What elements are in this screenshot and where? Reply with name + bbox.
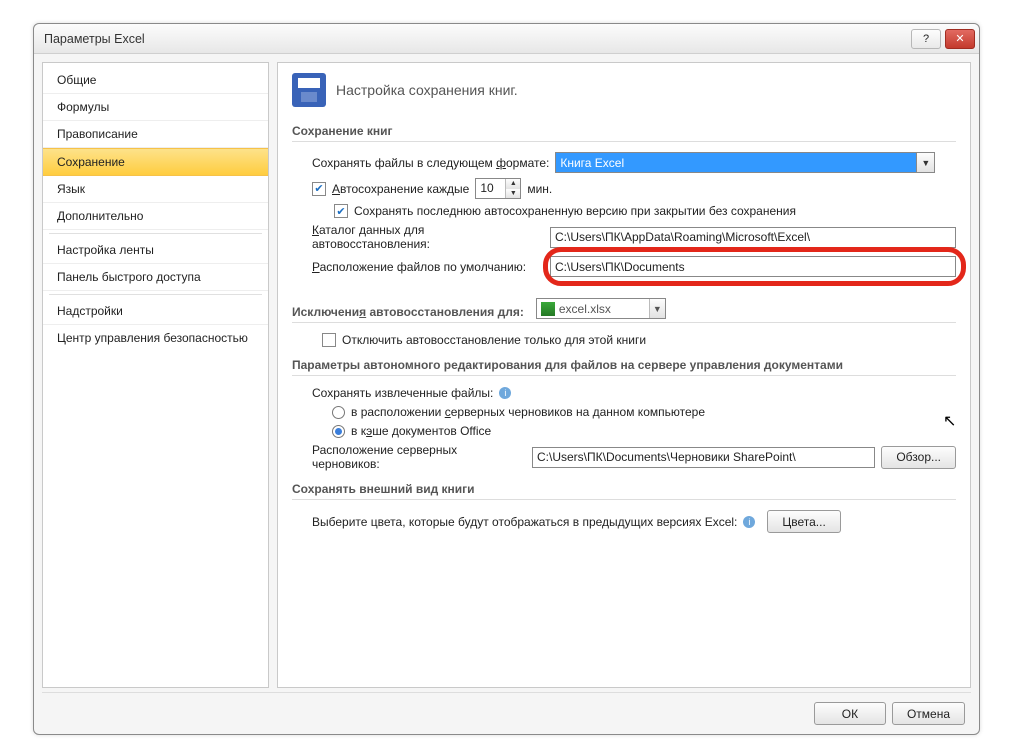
disable-autorecover-checkbox[interactable] bbox=[322, 333, 336, 347]
sidebar-item-trust[interactable]: Центр управления безопасностью bbox=[43, 325, 268, 351]
page-heading: Настройка сохранения книг. bbox=[336, 82, 518, 98]
chevron-down-icon: ▼ bbox=[916, 153, 934, 172]
sidebar-item-save[interactable]: Сохранение bbox=[43, 148, 268, 176]
chevron-down-icon: ▼ bbox=[649, 299, 665, 318]
default-loc-label: Расположение файлов по умолчанию: bbox=[312, 260, 544, 274]
sidebar-item-proofing[interactable]: Правописание bbox=[43, 121, 268, 148]
sidebar-item-qat[interactable]: Панель быстрого доступа bbox=[43, 264, 268, 291]
autosave-label: Автосохранение каждые bbox=[332, 182, 469, 196]
recover-dir-label: Каталог данных для автовосстановления: bbox=[312, 223, 544, 251]
titlebar: Параметры Excel ? ✕ bbox=[34, 24, 979, 54]
browse-button[interactable]: Обзор... bbox=[881, 446, 956, 469]
exceptions-file-select[interactable]: excel.xlsx ▼ bbox=[536, 298, 666, 319]
section-appearance-title: Сохранять внешний вид книги bbox=[292, 479, 956, 500]
window-title: Параметры Excel bbox=[44, 32, 145, 46]
drafts-local-label: в расположении серверных черновиков на д… bbox=[351, 405, 705, 419]
sidebar-item-general[interactable]: Общие bbox=[43, 67, 268, 94]
sidebar-item-ribbon[interactable]: Настройка ленты bbox=[43, 237, 268, 264]
drafts-loc-input[interactable]: C:\Users\ПК\Documents\Черновики SharePoi… bbox=[532, 447, 875, 468]
recover-dir-input[interactable]: C:\Users\ПК\AppData\Roaming\Microsoft\Ex… bbox=[550, 227, 956, 248]
sidebar-item-formulas[interactable]: Формулы bbox=[43, 94, 268, 121]
help-button[interactable]: ? bbox=[911, 29, 941, 49]
drafts-local-radio[interactable] bbox=[332, 406, 345, 419]
format-select[interactable]: Книга Excel ▼ bbox=[555, 152, 935, 173]
drafts-cache-radio[interactable] bbox=[332, 425, 345, 438]
sidebar: Общие Формулы Правописание Сохранение Яз… bbox=[42, 62, 269, 688]
default-loc-input[interactable]: C:\Users\ПК\Documents bbox=[550, 256, 956, 277]
close-button[interactable]: ✕ bbox=[945, 29, 975, 49]
content-pane: Настройка сохранения книг. Сохранение кн… bbox=[277, 62, 971, 688]
sidebar-item-addins[interactable]: Надстройки bbox=[43, 298, 268, 325]
info-icon: i bbox=[499, 387, 511, 399]
section-exceptions-title: Исключения автовосстановления для: excel… bbox=[292, 295, 956, 323]
dialog-footer: ОК Отмена bbox=[42, 692, 971, 734]
section-offline-title: Параметры автономного редактирования для… bbox=[292, 355, 956, 376]
sidebar-separator bbox=[49, 233, 262, 234]
autosave-checkbox[interactable]: ✔ bbox=[312, 182, 326, 196]
save-icon bbox=[292, 73, 326, 107]
save-checked-label: Сохранять извлеченные файлы: bbox=[312, 386, 493, 400]
ok-button[interactable]: ОК bbox=[814, 702, 886, 725]
disable-autorecover-label: Отключить автовосстановление только для … bbox=[342, 333, 646, 347]
keep-last-label: Сохранять последнюю автосохраненную верс… bbox=[354, 204, 796, 218]
colors-label: Выберите цвета, которые будут отображать… bbox=[312, 515, 737, 529]
sidebar-item-language[interactable]: Язык bbox=[43, 176, 268, 203]
colors-button[interactable]: Цвета... bbox=[767, 510, 840, 533]
section-save-title: Сохранение книг bbox=[292, 121, 956, 142]
sidebar-item-advanced[interactable]: Дополнительно bbox=[43, 203, 268, 230]
sidebar-separator bbox=[49, 294, 262, 295]
drafts-loc-label: Расположение серверных черновиков: bbox=[312, 443, 526, 471]
autosave-interval-spinner[interactable]: 10 ▲▼ bbox=[475, 178, 521, 199]
cancel-button[interactable]: Отмена bbox=[892, 702, 965, 725]
info-icon: i bbox=[743, 516, 755, 528]
excel-file-icon bbox=[541, 302, 555, 316]
autosave-unit: мин. bbox=[527, 182, 552, 196]
drafts-cache-label: в кэше документов Office bbox=[351, 424, 491, 438]
keep-last-checkbox[interactable]: ✔ bbox=[334, 204, 348, 218]
options-dialog: Параметры Excel ? ✕ Общие Формулы Правоп… bbox=[33, 23, 980, 735]
format-label: Сохранять файлы в следующем формате: bbox=[312, 156, 549, 170]
